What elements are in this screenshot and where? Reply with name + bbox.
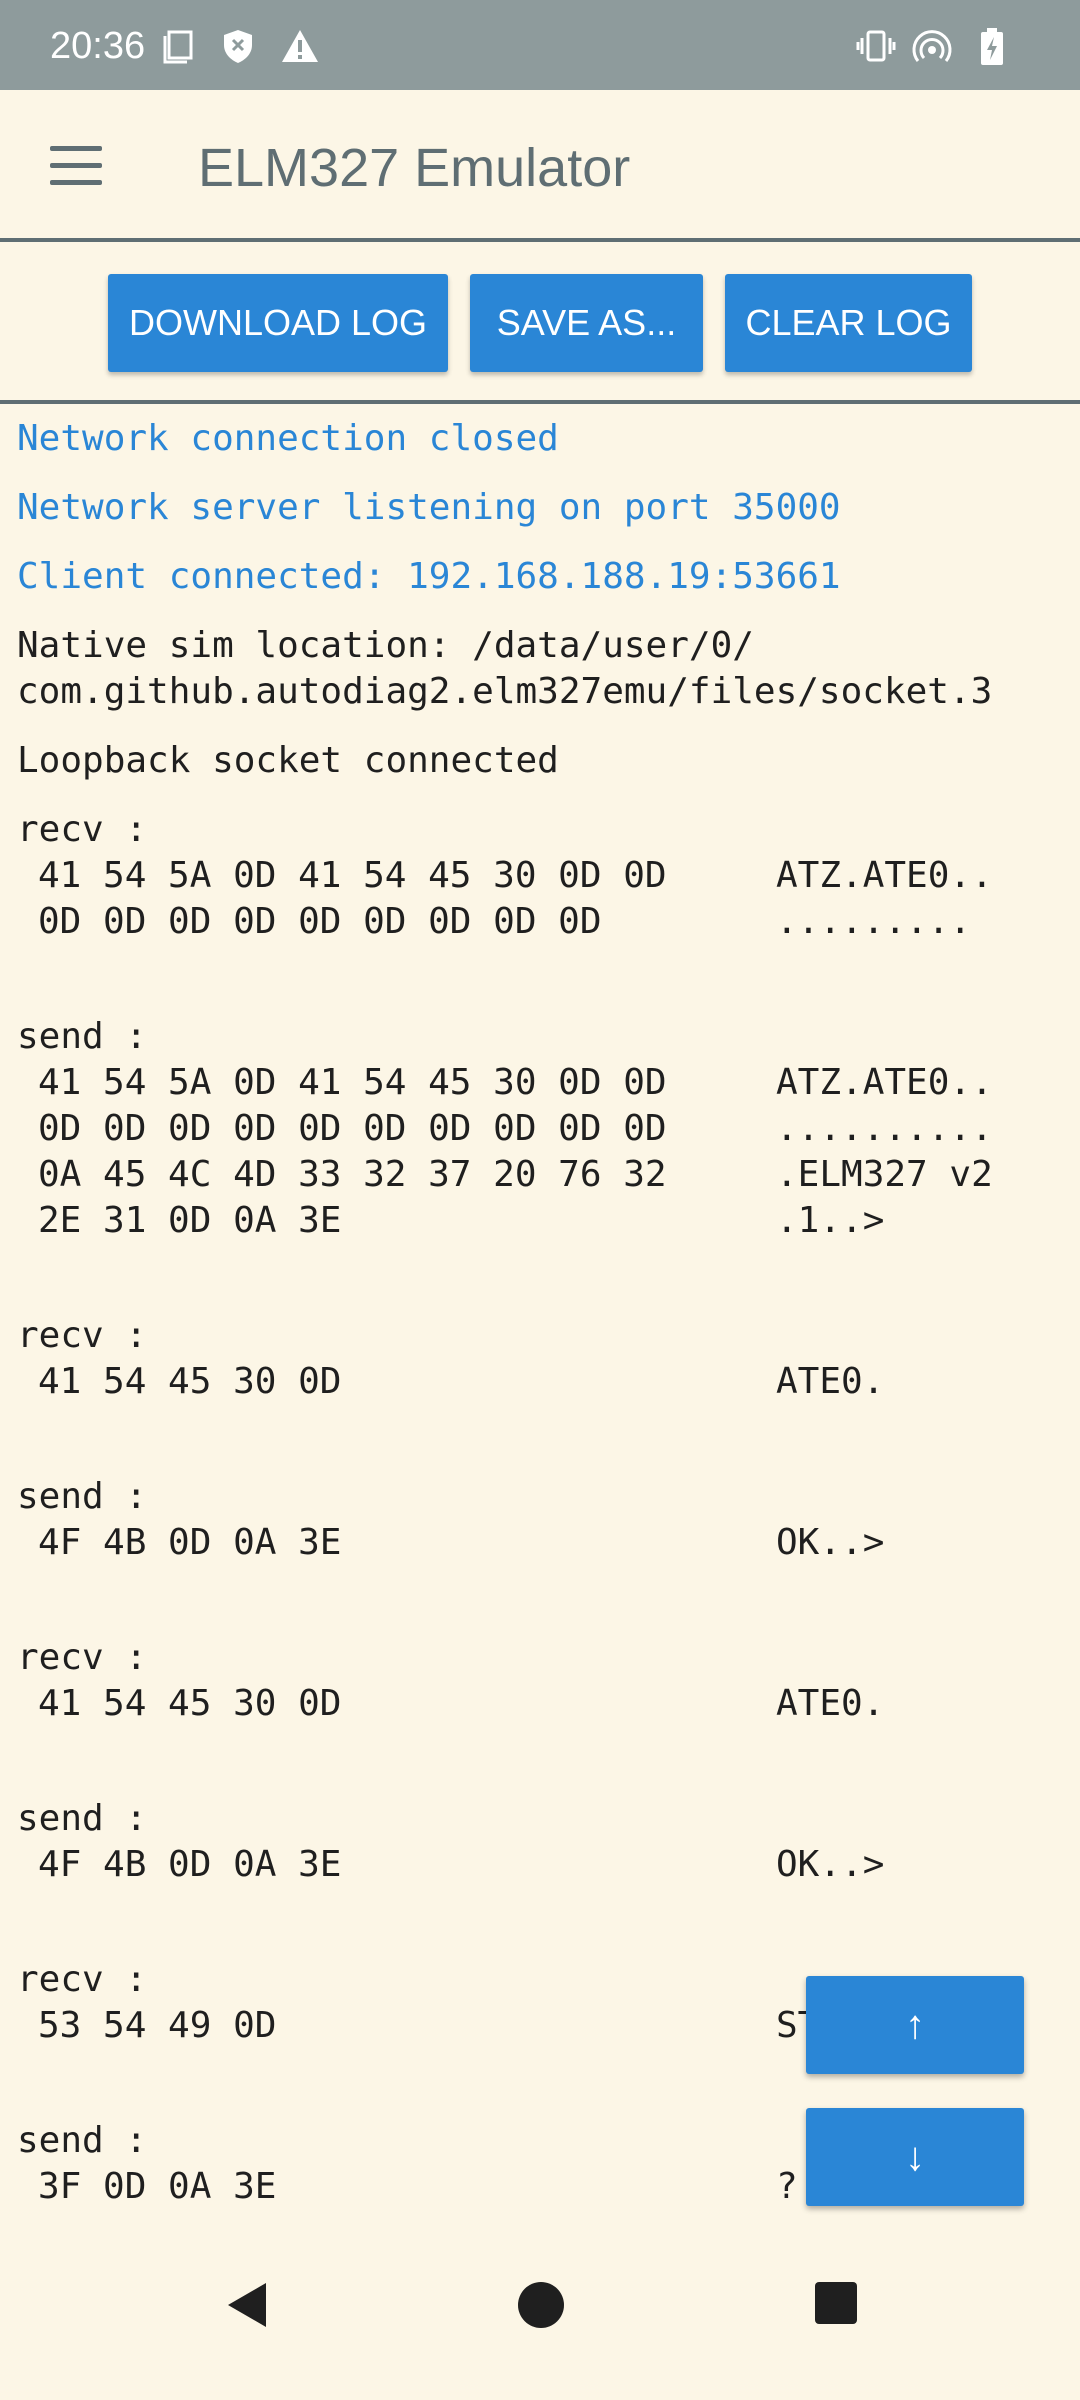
log-entry-label: recv : [17, 1959, 148, 2000]
status-time: 20:36 [50, 25, 146, 67]
screenshot-icon [163, 30, 193, 64]
ascii-text: ATE0. [776, 1683, 885, 1724]
navigation-bar [0, 2234, 1080, 2400]
log-entry-label: send : [17, 2120, 148, 2161]
log-toolbar: DOWNLOAD LOG SAVE AS... CLEAR LOG [0, 242, 1080, 404]
save-as-button[interactable]: SAVE AS... [470, 274, 703, 372]
vibrate-icon [856, 30, 896, 62]
ascii-text: OK..> [776, 1844, 885, 1885]
hex-bytes: 41 54 45 30 0D [38, 1683, 342, 1724]
ascii-text: .1..> [776, 1200, 885, 1241]
hex-bytes: 41 54 5A 0D 41 54 45 30 0D 0D [38, 855, 667, 896]
log-message: com.github.autodiag2.elm327emu/files/soc… [17, 671, 993, 712]
log-entry-label: recv : [17, 1315, 148, 1356]
ascii-text: ? [776, 2166, 798, 2207]
warning-icon [282, 30, 318, 62]
download-log-button[interactable]: DOWNLOAD LOG [108, 274, 448, 372]
ascii-text: ATZ.ATE0.. [776, 855, 993, 896]
scroll-up-button[interactable]: ↑ [806, 1976, 1024, 2074]
app-bar: ELM327 Emulator [0, 90, 1080, 242]
log-message: Loopback socket connected [17, 740, 559, 781]
log-message: Client connected: 192.168.188.19:53661 [17, 556, 841, 597]
hex-bytes: 3F 0D 0A 3E [38, 2166, 277, 2207]
hex-bytes: 4F 4B 0D 0A 3E [38, 1522, 342, 1563]
status-bar: 20:36 [0, 0, 1080, 90]
log-message: Network server listening on port 35000 [17, 487, 841, 528]
back-icon[interactable] [222, 2280, 272, 2330]
hamburger-menu-icon[interactable] [50, 146, 102, 186]
ascii-text: ATE0. [776, 1361, 885, 1402]
log-entry-label: send : [17, 1016, 148, 1057]
log-message: Native sim location: /data/user/0/ [17, 625, 754, 666]
ascii-text: ......... [776, 901, 972, 942]
log-message: Network connection closed [17, 418, 559, 459]
hex-bytes: 41 54 45 30 0D [38, 1361, 342, 1402]
ascii-text: .ELM327 v2 [776, 1154, 993, 1195]
hex-bytes: 0A 45 4C 4D 33 32 37 20 76 32 [38, 1154, 667, 1195]
shield-x-icon [224, 30, 252, 63]
hex-bytes: 4F 4B 0D 0A 3E [38, 1844, 342, 1885]
recents-icon[interactable] [813, 2280, 859, 2326]
clear-log-button[interactable]: CLEAR LOG [725, 274, 972, 372]
battery-charging-icon [981, 28, 1003, 65]
hex-bytes: 0D 0D 0D 0D 0D 0D 0D 0D 0D [38, 901, 602, 942]
log-view[interactable]: Network connection closed Network server… [0, 404, 1080, 2234]
ascii-text: .......... [776, 1108, 993, 1149]
log-entry-label: recv : [17, 809, 148, 850]
hex-bytes: 2E 31 0D 0A 3E [38, 1200, 342, 1241]
log-entry-label: recv : [17, 1637, 148, 1678]
hex-bytes: 41 54 5A 0D 41 54 45 30 0D 0D [38, 1062, 667, 1103]
hex-bytes: 0D 0D 0D 0D 0D 0D 0D 0D 0D 0D [38, 1108, 667, 1149]
log-entry-label: send : [17, 1476, 148, 1517]
ascii-text: ATZ.ATE0.. [776, 1062, 993, 1103]
app-title: ELM327 Emulator [198, 138, 631, 198]
hotspot-icon [912, 30, 952, 62]
home-icon[interactable] [516, 2280, 566, 2330]
ascii-text: OK..> [776, 1522, 885, 1563]
log-entry-label: send : [17, 1798, 148, 1839]
hex-bytes: 53 54 49 0D [38, 2005, 277, 2046]
scroll-down-button[interactable]: ↓ [806, 2108, 1024, 2206]
